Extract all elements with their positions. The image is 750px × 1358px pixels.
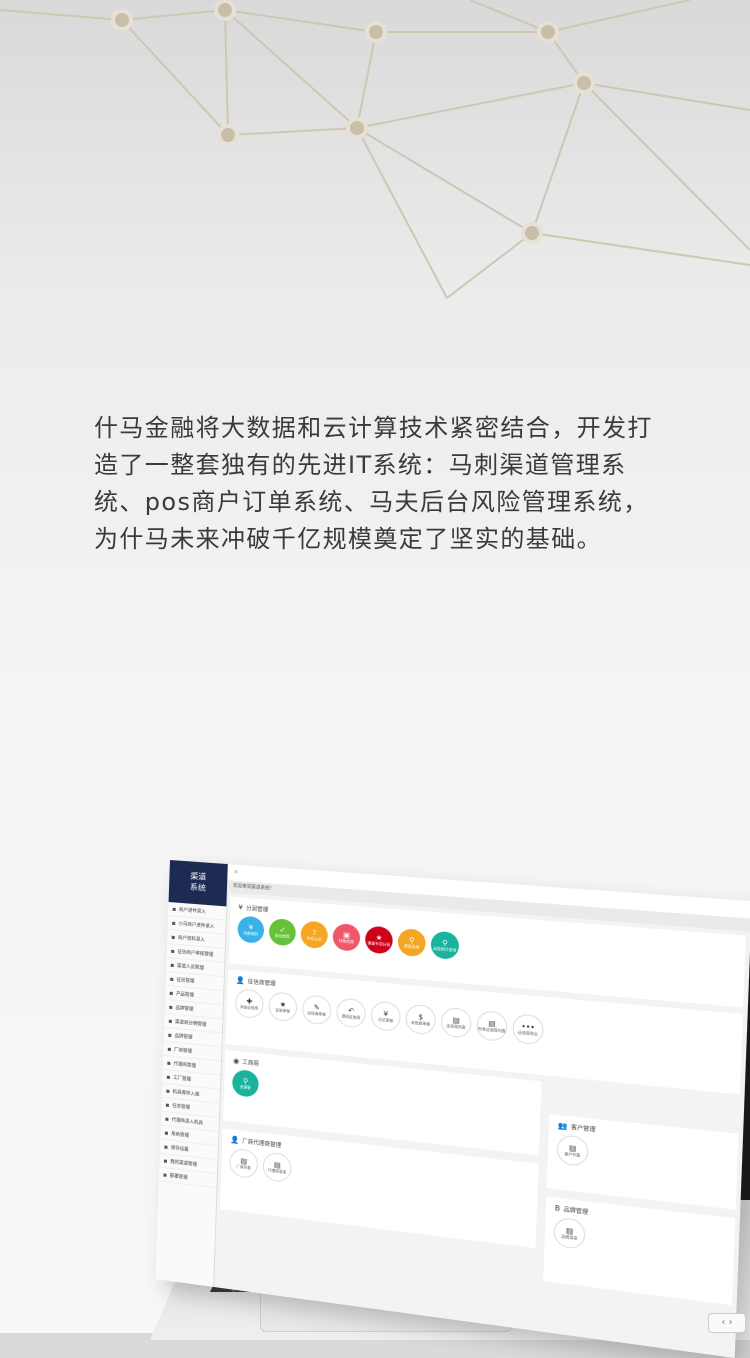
function-button[interactable]: ▤ 品牌追录: [553, 1216, 586, 1251]
function-button[interactable]: ✓ 自动结算: [268, 917, 297, 947]
button-label: 征信商列表: [446, 1023, 466, 1030]
function-button[interactable]: ▤ 所有征信商列表: [476, 1009, 508, 1043]
function-button[interactable]: ★ 征信审核: [268, 991, 298, 1023]
button-label: 返现统计查询: [433, 946, 457, 953]
circle-icon: ◉: [232, 1056, 240, 1066]
panel-title: 工商局: [242, 1059, 260, 1068]
network-decoration: [0, 0, 750, 299]
button-label: 添加征信商: [239, 1004, 259, 1011]
sidebar-list: 商户进件录入小马商户进件录入商户资料录入征信商户审核管理渠道人员管理征信管理产品…: [158, 901, 227, 1189]
panel-title: 征信商管理: [247, 979, 276, 988]
panel-brands: B 品牌管理 ▤ 品牌追录: [543, 1196, 736, 1306]
function-button[interactable]: ↶ 退回征信商: [335, 997, 367, 1029]
function-button[interactable]: ▤ 征信商列表: [440, 1006, 472, 1039]
function-button[interactable]: $ 未批款审核: [405, 1003, 437, 1036]
function-button[interactable]: ★ 渠道专项分润: [364, 925, 394, 955]
button-label: 厂商列表: [236, 1164, 251, 1171]
function-button[interactable]: ✎ 征信商审核: [301, 994, 332, 1026]
user-icon: 👤: [235, 976, 245, 985]
app-logo: 渠道 系统: [168, 860, 228, 907]
button-label: 实名认证: [306, 936, 322, 942]
function-button[interactable]: ⚲ 资源管: [231, 1068, 260, 1098]
button-label: 特殊结算: [338, 938, 354, 945]
button-label: 提现查询: [403, 944, 420, 950]
panel-customers: 👥 客户管理 ▤ 客户列表: [546, 1114, 739, 1210]
button-label: 品牌追录: [561, 1234, 578, 1241]
panel-title: 厂商代理商管理: [241, 1138, 282, 1150]
brand-b-icon: B: [554, 1203, 561, 1213]
yen-icon: ¥: [238, 903, 244, 912]
button-label: 客户列表: [564, 1151, 581, 1158]
panel-title: 品牌管理: [563, 1207, 589, 1217]
function-button[interactable]: ⚲ 返现统计查询: [430, 930, 460, 960]
function-button[interactable]: ⚲ 提现查询: [397, 928, 427, 958]
function-button[interactable]: ••• 征信商导出: [512, 1013, 545, 1046]
button-label: 所有征信商列表: [477, 1026, 506, 1034]
button-label: 征信审核: [275, 1008, 291, 1014]
button-label: 收费规则: [243, 931, 259, 937]
users-icon: 👥: [557, 1121, 568, 1131]
button-label: 征信商导出: [517, 1030, 538, 1037]
close-icon[interactable]: ×: [233, 869, 238, 876]
person-icon: 👤: [230, 1135, 240, 1145]
function-button[interactable]: ⇧ 实名认证: [300, 920, 329, 950]
page-nav-arrows[interactable]: ‹ ›: [708, 1313, 746, 1333]
sidebar: 渠道 系统 商户进件录入小马商户进件录入商户资料录入征信商户审核管理渠道人员管理…: [155, 860, 229, 1288]
function-button[interactable]: ¥ 收费规则: [237, 915, 265, 944]
button-label: 资源管: [239, 1084, 251, 1091]
button-label: 日记审核: [377, 1017, 394, 1024]
button-label: 退回征信商: [341, 1014, 361, 1021]
button-label: 自动结算: [274, 933, 290, 939]
intro-paragraph: 什马金融将大数据和云计算技术紧密结合，开发打造了一整套独有的先进IT系统：马刺渠…: [94, 414, 653, 553]
function-button[interactable]: ▣ 特殊结算: [332, 922, 361, 952]
button-label: 未批款审核: [410, 1020, 431, 1027]
laptop-screen: 渠道 系统 商户进件录入小马商户进件录入商户资料录入征信商户审核管理渠道人员管理…: [155, 860, 750, 1358]
function-button[interactable]: ▤ 客户列表: [556, 1134, 589, 1168]
panel-title: 客户管理: [570, 1124, 596, 1134]
function-button[interactable]: ▤ 厂商列表: [229, 1147, 259, 1180]
button-label: 渠道专项分润: [367, 941, 391, 948]
button-label: 征信商审核: [307, 1011, 326, 1017]
function-button[interactable]: ¥ 日记审核: [370, 1000, 402, 1033]
button-label: 代理商追录: [267, 1168, 287, 1175]
function-button[interactable]: ✚ 添加征信商: [234, 988, 264, 1020]
panel-title: 分润管理: [245, 905, 269, 914]
function-button[interactable]: ▤ 代理商追录: [262, 1151, 293, 1184]
